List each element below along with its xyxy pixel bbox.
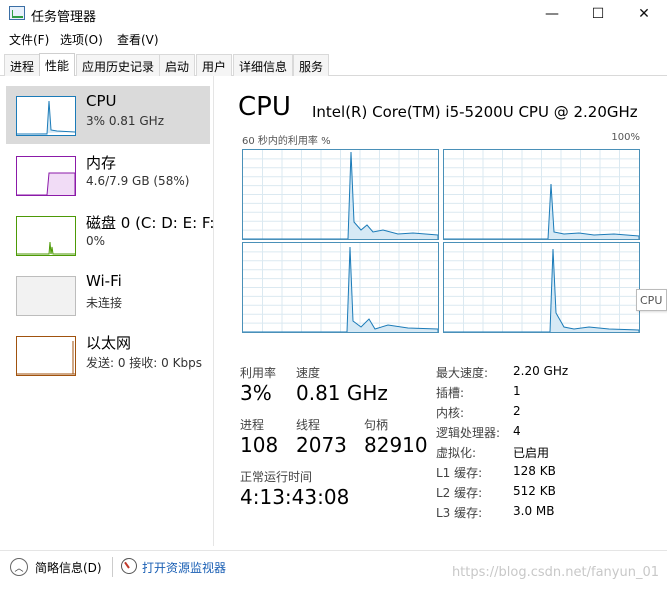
cpu-thumbnail [16, 96, 76, 136]
resource-item-wifi[interactable]: Wi-Fi 未连接 [6, 266, 210, 324]
resource-item-ethernet[interactable]: 以太网 发送: 0 接收: 0 Kbps [6, 326, 210, 384]
core-graph-1 [443, 149, 640, 240]
speed-label: 速度 [296, 366, 321, 380]
menu-options[interactable]: 选项(O) [60, 31, 103, 48]
watermark: https://blog.csdn.net/fanyun_01 [451, 565, 659, 580]
graph-max-label: 100% [611, 132, 640, 143]
threads-label: 线程 [296, 418, 321, 432]
core-graph-0-plot [243, 150, 439, 240]
tab-bar: 进程 性能 应用历史记录 启动 用户 详细信息 服务 [0, 52, 667, 76]
maximize-button[interactable]: ☐ [575, 0, 621, 28]
tab-services[interactable]: 服务 [293, 54, 330, 76]
resource-item-cpu[interactable]: CPU 3% 0.81 GHz [6, 86, 210, 144]
disk-thumbnail [16, 216, 76, 256]
close-button[interactable]: ✕ [621, 0, 667, 28]
speed-value: 0.81 GHz [296, 381, 388, 405]
resource-name: 磁盘 0 (C: D: E: F: [86, 214, 215, 232]
resource-summary: 未连接 [86, 296, 123, 310]
utilization-label: 利用率 [240, 366, 277, 380]
resource-summary: 0% [86, 234, 106, 248]
resource-name: 以太网 [86, 334, 132, 352]
chevron-up-icon[interactable]: ︿ [10, 558, 28, 576]
handles-label: 句柄 [364, 418, 389, 432]
processes-label: 进程 [240, 418, 265, 432]
spec-value: 128 KB [513, 464, 556, 478]
core-graph-1-plot [444, 150, 640, 240]
handles-value: 82910 [364, 433, 428, 457]
minimize-button[interactable]: — [529, 0, 575, 28]
fewer-details-button[interactable]: 简略信息(D) [35, 559, 102, 576]
spec-value: 3.0 MB [513, 504, 555, 518]
spec-value: 2 [513, 404, 521, 418]
ethernet-thumbnail [16, 336, 76, 376]
resource-name: Wi-Fi [86, 272, 122, 290]
resource-item-memory[interactable]: 内存 4.6/7.9 GB (58%) [6, 146, 210, 204]
spec-key: L1 缓存: [436, 466, 483, 480]
spec-key: 内核: [436, 406, 465, 420]
tab-startup[interactable]: 启动 [159, 54, 196, 76]
hover-tooltip: CPU [636, 289, 667, 311]
tab-users[interactable]: 用户 [196, 54, 233, 76]
wifi-thumbnail [16, 276, 76, 316]
window-title: 任务管理器 [31, 10, 97, 25]
core-graph-2-plot [243, 243, 439, 333]
tab-performance[interactable]: 性能 [39, 53, 76, 76]
menu-view[interactable]: 查看(V) [117, 31, 159, 48]
resource-name: CPU [86, 92, 117, 110]
core-graph-2 [242, 242, 439, 333]
core-graph-3 [443, 242, 640, 333]
footer-divider [112, 557, 113, 577]
spec-key: 虚拟化: [436, 446, 477, 460]
open-resource-monitor-link[interactable]: 打开资源监视器 [142, 559, 226, 576]
threads-value: 2073 [296, 433, 347, 457]
tab-app-history[interactable]: 应用历史记录 [76, 54, 161, 76]
detail-title: CPU [238, 92, 291, 122]
resource-list: CPU 3% 0.81 GHz 内存 4.6/7.9 GB (58%) 磁盘 0… [0, 76, 214, 546]
resource-name: 内存 [86, 154, 117, 172]
spec-key: L2 缓存: [436, 486, 483, 500]
core-graph-0 [242, 149, 439, 240]
tab-details[interactable]: 详细信息 [233, 54, 294, 76]
menu-file[interactable]: 文件(F) [9, 31, 49, 48]
tab-processes[interactable]: 进程 [4, 54, 41, 76]
task-manager-app-icon [9, 6, 25, 20]
title-bar[interactable]: 任务管理器 — ☐ ✕ [0, 0, 667, 28]
spec-value: 已启用 [513, 446, 550, 460]
processes-value: 108 [240, 433, 279, 457]
spec-value: 2.20 GHz [513, 364, 569, 378]
uptime-value: 4:13:43:08 [240, 485, 350, 509]
resource-summary: 3% 0.81 GHz [86, 114, 165, 128]
spec-value: 1 [513, 384, 521, 398]
spec-key: 最大速度: [436, 366, 489, 380]
resource-monitor-icon[interactable] [121, 558, 137, 574]
core-graph-3-plot [444, 243, 640, 333]
spec-value: 4 [513, 424, 521, 438]
graph-caption: 60 秒内的利用率 % [242, 136, 331, 147]
menu-bar: 文件(F) 选项(O) 查看(V) [0, 28, 667, 50]
cpu-model-name: Intel(R) Core(TM) i5-5200U CPU @ 2.20GHz [312, 103, 638, 121]
resource-item-disk[interactable]: 磁盘 0 (C: D: E: F: 0% [6, 206, 214, 264]
memory-thumbnail [16, 156, 76, 196]
uptime-label: 正常运行时间 [240, 470, 313, 484]
spec-value: 512 KB [513, 484, 556, 498]
resource-summary: 发送: 0 接收: 0 Kbps [86, 356, 202, 370]
footer-bar: ︿ 简略信息(D) 打开资源监视器 https://blog.csdn.net/… [0, 550, 667, 590]
spec-key: 插槽: [436, 386, 465, 400]
utilization-value: 3% [240, 381, 272, 405]
resource-summary: 4.6/7.9 GB (58%) [86, 174, 190, 188]
spec-key: 逻辑处理器: [436, 426, 501, 440]
spec-key: L3 缓存: [436, 506, 483, 520]
